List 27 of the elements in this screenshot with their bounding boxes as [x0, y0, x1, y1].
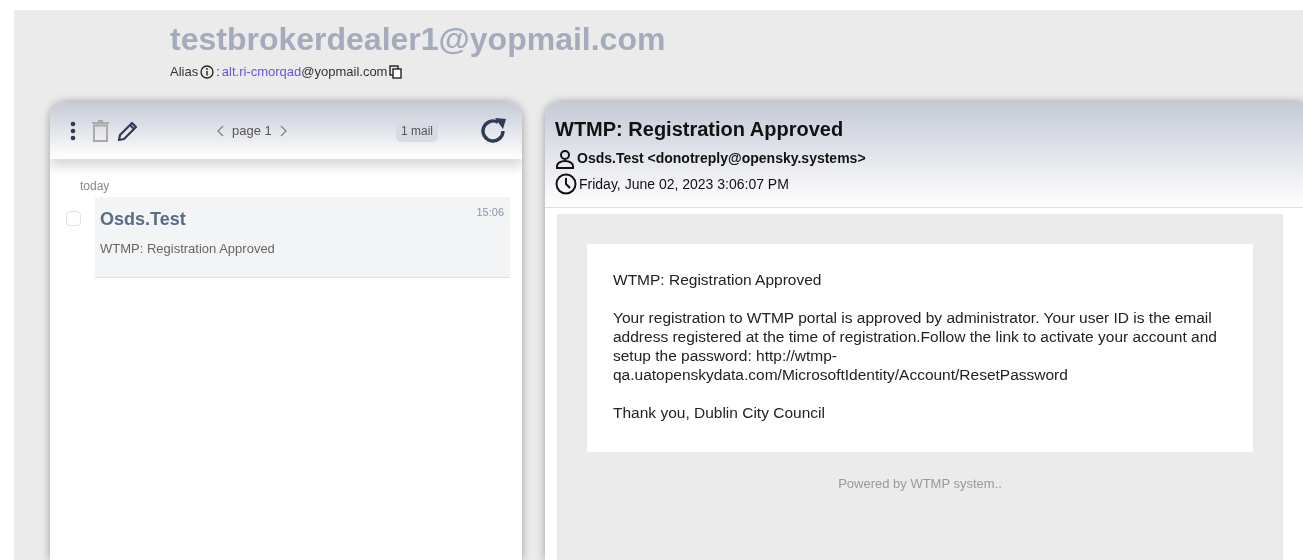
copy-icon[interactable]: [389, 64, 403, 79]
message-subject: WTMP: Registration Approved: [555, 117, 845, 142]
sender-name: Osds.Test: [100, 208, 186, 231]
date-group-label: today: [79, 178, 111, 195]
message-list-item[interactable]: Osds.Test WTMP: Registration Approved 15:06: [95, 197, 510, 278]
alias-separator: :: [216, 63, 220, 81]
footer-text: Powered by WTMP system..: [837, 475, 1003, 493]
message-paragraph: WTMP: Registration Approved: [613, 270, 823, 289]
message-date: Friday, June 02, 2023 3:06:07 PM: [579, 174, 789, 194]
person-icon: [555, 148, 575, 169]
message-paragraph: Thank you, Dublin City Council: [613, 403, 826, 422]
previous-page-icon[interactable]: [217, 124, 224, 137]
message-time: 15:06: [476, 205, 504, 220]
next-page-icon[interactable]: [279, 124, 287, 137]
sender-address: Osds.Test <donotreply@opensky.systems>: [577, 149, 866, 168]
clock-icon: [555, 173, 577, 195]
message-checkbox[interactable]: [66, 211, 81, 226]
info-icon: [200, 64, 215, 79]
alias-address: alt.ri-cmorqad@yopmail.com: [221, 63, 388, 81]
message-preview-subject: WTMP: Registration Approved: [100, 240, 276, 258]
pencil-icon[interactable]: [117, 119, 139, 142]
account-email: testbrokerdealer1@yopmail.com: [170, 20, 667, 58]
refresh-icon[interactable]: [478, 115, 508, 146]
message-paragraph: Your registration to WTMP portal is approved by administrator. Your user ID is the email address registered at the time of registration.Follow the link to activate your account and setup the password: http://wtmp-qa.uatopenskydata.com/MicrosoftIdentity/Account/ResetPassword: [613, 308, 1218, 384]
alias-label: Alias: [170, 63, 199, 81]
more-menu-icon[interactable]: [70, 120, 76, 141]
page-indicator: page 1: [232, 121, 272, 140]
